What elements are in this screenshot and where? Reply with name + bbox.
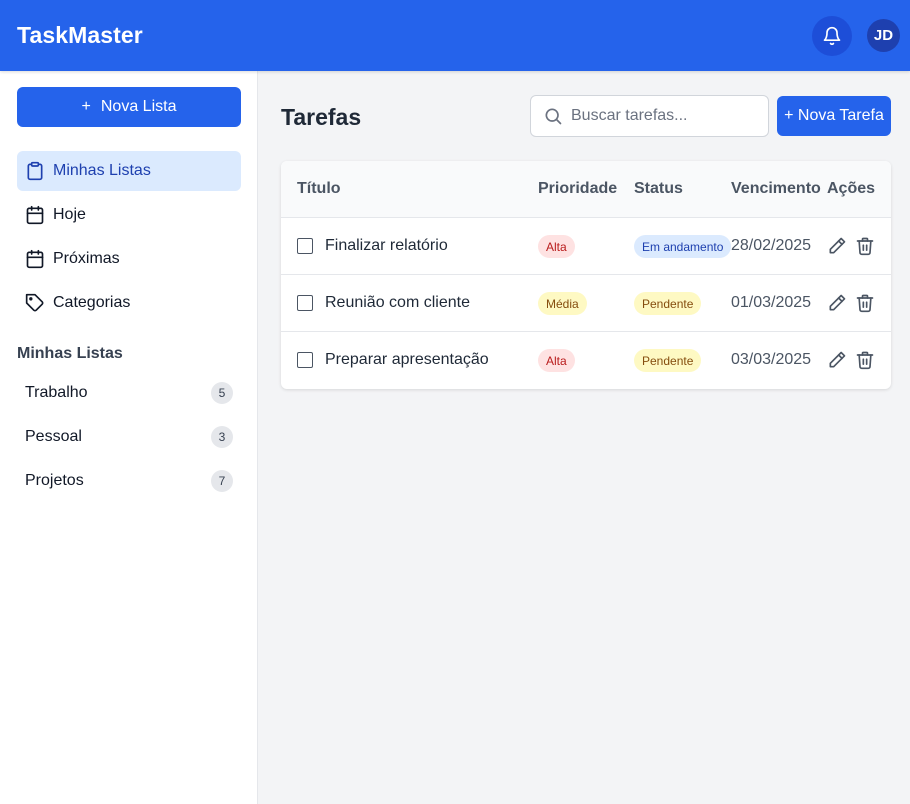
new-task-button[interactable]: + Nova Tarefa bbox=[777, 96, 891, 136]
column-header-priority[interactable]: Prioridade bbox=[538, 180, 617, 198]
count-badge: 3 bbox=[211, 426, 233, 448]
tasks-table: Título Prioridade Status Vencimento Açõe… bbox=[281, 161, 891, 389]
search-icon bbox=[545, 108, 562, 125]
plus-icon: + bbox=[81, 98, 91, 115]
calendar-icon bbox=[26, 249, 44, 269]
app-title: TaskMaster bbox=[17, 22, 143, 48]
bell-icon bbox=[823, 26, 841, 45]
count-badge: 7 bbox=[211, 470, 233, 492]
column-header-due[interactable]: Vencimento bbox=[731, 180, 821, 198]
list-item-trabalho[interactable]: Trabalho 5 bbox=[17, 371, 241, 415]
sidebar-nav: Minhas Listas Hoje Próximas Categorias bbox=[17, 151, 241, 323]
task-checkbox[interactable] bbox=[297, 238, 313, 254]
new-list-label: Nova Lista bbox=[100, 98, 177, 115]
sidebar-item-label: Minhas Listas bbox=[53, 162, 151, 179]
column-header-title[interactable]: Título bbox=[297, 180, 341, 198]
user-avatar[interactable]: JD bbox=[867, 19, 900, 52]
priority-badge: Alta bbox=[538, 235, 575, 258]
new-list-button[interactable]: + Nova Lista bbox=[17, 87, 241, 127]
list-name: Trabalho bbox=[25, 384, 88, 401]
task-checkbox[interactable] bbox=[297, 295, 313, 311]
sidebar-item-proximas[interactable]: Próximas bbox=[17, 239, 241, 279]
status-badge: Pendente bbox=[634, 349, 702, 372]
priority-badge: Média bbox=[538, 292, 587, 315]
main-content: Tarefas + Nova Tarefa Título Prioridade … bbox=[258, 71, 910, 804]
sidebar-item-hoje[interactable]: Hoje bbox=[17, 195, 241, 235]
edit-icon[interactable] bbox=[827, 293, 847, 313]
table-row: Preparar apresentação Alta Pendente 03/0… bbox=[281, 332, 891, 389]
search-input[interactable] bbox=[571, 107, 751, 125]
lists-section-title: Minhas Listas bbox=[17, 345, 123, 362]
task-title: Preparar apresentação bbox=[325, 351, 489, 368]
task-due-date: 28/02/2025 bbox=[731, 237, 812, 254]
count-badge: 5 bbox=[211, 382, 233, 404]
tag-icon bbox=[25, 293, 44, 312]
edit-icon[interactable] bbox=[827, 236, 847, 256]
search-box bbox=[530, 95, 769, 137]
trash-icon[interactable] bbox=[855, 236, 875, 256]
task-due-date: 03/03/2025 bbox=[731, 351, 812, 368]
sidebar-item-label: Hoje bbox=[53, 206, 86, 223]
user-lists: Trabalho 5 Pessoal 3 Projetos 7 bbox=[17, 371, 241, 503]
sidebar-item-minhas-listas[interactable]: Minhas Listas bbox=[17, 151, 241, 191]
sidebar-item-label: Categorias bbox=[53, 294, 131, 311]
task-checkbox[interactable] bbox=[297, 352, 313, 368]
list-item-projetos[interactable]: Projetos 7 bbox=[17, 459, 241, 503]
table-row: Finalizar relatório Alta Em andamento 28… bbox=[281, 218, 891, 275]
table-row: Reunião com cliente Média Pendente 01/03… bbox=[281, 275, 891, 332]
trash-icon[interactable] bbox=[855, 293, 875, 313]
calendar-icon bbox=[26, 205, 44, 225]
priority-badge: Alta bbox=[538, 349, 575, 372]
column-header-status[interactable]: Status bbox=[634, 180, 683, 198]
app-header: TaskMaster JD bbox=[0, 0, 910, 71]
trash-icon[interactable] bbox=[855, 350, 875, 370]
column-header-actions: Ações bbox=[827, 180, 876, 197]
notifications-button[interactable] bbox=[812, 15, 852, 56]
list-name: Pessoal bbox=[25, 428, 82, 445]
edit-icon[interactable] bbox=[827, 350, 847, 370]
sidebar-item-categorias[interactable]: Categorias bbox=[17, 283, 241, 323]
sidebar: + Nova Lista Minhas Listas Hoje Próximas… bbox=[0, 71, 258, 804]
header-actions: JD bbox=[812, 15, 900, 56]
task-title: Finalizar relatório bbox=[325, 237, 448, 254]
task-title: Reunião com cliente bbox=[325, 294, 470, 311]
task-due-date: 01/03/2025 bbox=[731, 294, 812, 311]
list-item-pessoal[interactable]: Pessoal 3 bbox=[17, 415, 241, 459]
sidebar-item-label: Próximas bbox=[53, 250, 120, 267]
clipboard-icon bbox=[27, 161, 43, 181]
table-header: Título Prioridade Status Vencimento Açõe… bbox=[281, 161, 891, 218]
list-name: Projetos bbox=[25, 472, 84, 489]
page-title: Tarefas bbox=[281, 104, 362, 130]
status-badge: Pendente bbox=[634, 292, 702, 315]
status-badge: Em andamento bbox=[634, 235, 732, 258]
